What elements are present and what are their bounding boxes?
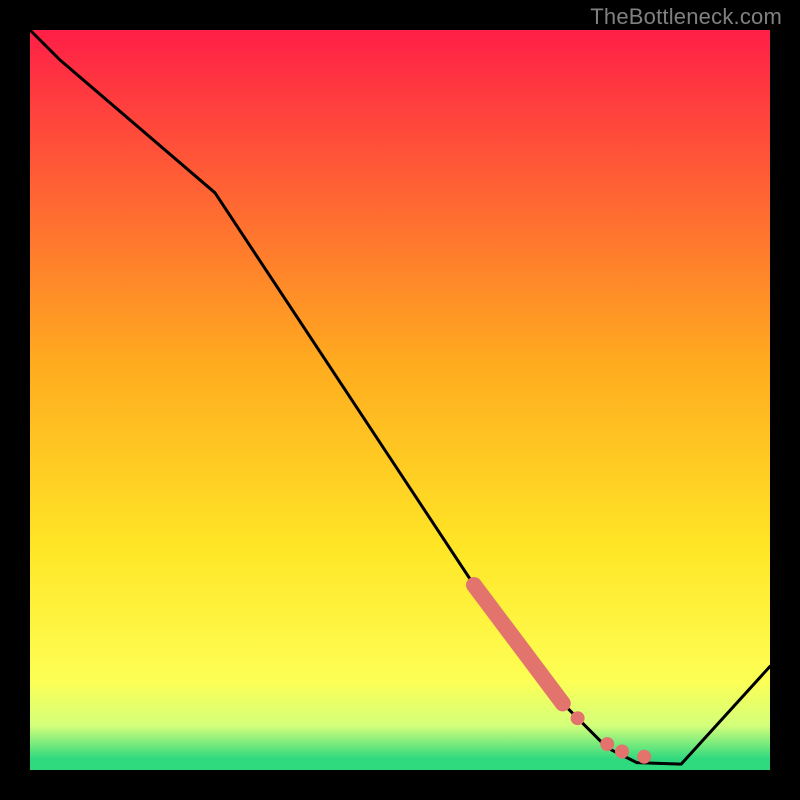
dot-b	[600, 737, 614, 751]
bottleneck-chart	[0, 0, 800, 800]
dot-a	[571, 711, 585, 725]
chart-frame: TheBottleneck.com	[0, 0, 800, 800]
plot-background	[30, 30, 770, 770]
dot-d	[637, 750, 651, 764]
watermark-text: TheBottleneck.com	[590, 4, 782, 30]
dot-c	[615, 745, 629, 759]
